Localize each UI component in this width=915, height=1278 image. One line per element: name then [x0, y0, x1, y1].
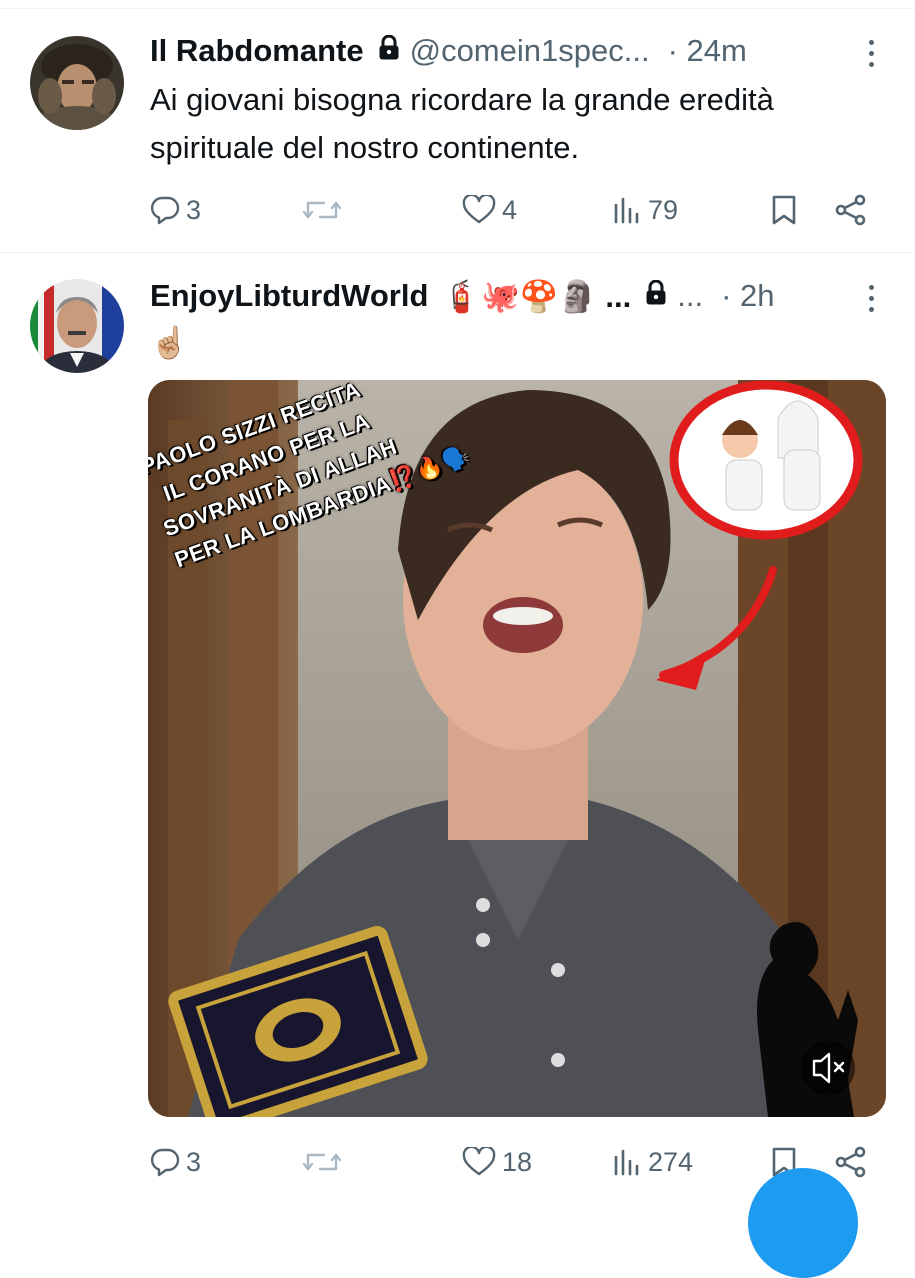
retweet-icon: [302, 1147, 342, 1177]
reply-icon: [150, 1147, 180, 1177]
share-button[interactable]: [834, 1142, 868, 1182]
views-icon: [612, 195, 642, 225]
share-button[interactable]: [834, 190, 868, 230]
action-bar: 3 4 79: [150, 190, 880, 230]
bookmark-icon: [770, 194, 798, 226]
lock-icon: [378, 33, 400, 69]
like-button[interactable]: 4: [462, 190, 517, 230]
views-button[interactable]: 79: [612, 190, 678, 230]
more-options-icon[interactable]: [869, 285, 875, 315]
action-bar: 3 18 274: [150, 1142, 880, 1182]
compose-button[interactable]: [748, 1168, 858, 1278]
bookmark-button[interactable]: [770, 190, 798, 230]
more-options-icon[interactable]: [869, 40, 875, 70]
like-count: 18: [502, 1146, 533, 1177]
like-icon: [462, 195, 496, 225]
tweet-header: Il Rabdomante @comein1spec... · 24m: [150, 31, 747, 71]
reply-button[interactable]: 3: [150, 1142, 201, 1182]
timestamp[interactable]: · 24m: [668, 33, 747, 69]
retweet-button[interactable]: [302, 190, 348, 230]
views-count: 274: [648, 1146, 694, 1177]
retweet-icon: [302, 195, 342, 225]
like-button[interactable]: 18: [462, 1142, 532, 1182]
user-handle[interactable]: @comein1spec...: [410, 33, 650, 69]
like-icon: [462, 1147, 496, 1177]
tweet-text: Ai giovani bisogna ricordare la grande e…: [150, 82, 774, 165]
avatar[interactable]: [30, 279, 124, 373]
user-handle[interactable]: ...: [677, 278, 703, 314]
lock-icon: [645, 278, 667, 314]
tweet-header: EnjoyLibturdWorld 🧯🐙🍄🗿 ... ... · 2h: [150, 276, 775, 316]
display-name[interactable]: EnjoyLibturdWorld: [150, 278, 428, 314]
retweet-button[interactable]: [302, 1142, 348, 1182]
share-icon: [834, 194, 868, 226]
reply-count: 3: [186, 1146, 202, 1177]
reply-icon: [150, 195, 180, 225]
display-name[interactable]: Il Rabdomante: [150, 33, 364, 69]
name-emoji: 🧯🐙🍄🗿 ...: [442, 278, 632, 314]
video-media[interactable]: PAOLO SIZZI RECITA IL CORANO PER LA SOVR…: [148, 380, 886, 1117]
views-icon: [612, 1147, 642, 1177]
views-count: 79: [648, 194, 679, 225]
share-icon: [834, 1146, 868, 1178]
views-button[interactable]: 274: [612, 1142, 693, 1182]
timestamp[interactable]: · 2h: [721, 278, 774, 314]
avatar[interactable]: [30, 36, 124, 130]
reply-button[interactable]: 3: [150, 190, 201, 230]
tweet-text: ☝🏼: [150, 325, 189, 360]
mute-icon: [801, 1041, 855, 1095]
tweet-1[interactable]: Il Rabdomante @comein1spec... · 24m Ai g…: [0, 0, 915, 252]
reply-count: 3: [186, 194, 202, 225]
like-count: 4: [502, 194, 518, 225]
